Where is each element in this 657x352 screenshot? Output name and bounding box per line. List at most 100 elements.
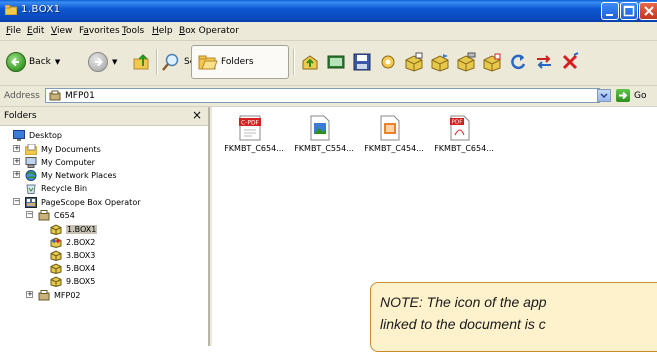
- folder-up-icon[interactable]: [300, 52, 320, 72]
- tree-item-label: MFP02: [54, 290, 81, 300]
- save-icon[interactable]: [352, 52, 372, 72]
- box-icon: [50, 249, 62, 261]
- svg-text:C-PDF: C-PDF: [241, 120, 260, 127]
- tree-item[interactable]: 5.BOX4: [50, 262, 95, 274]
- svg-text:PDF: PDF: [452, 120, 463, 126]
- tree-item[interactable]: Desktop: [13, 129, 62, 141]
- folders-close-button[interactable]: ×: [192, 108, 202, 122]
- up-folder-button[interactable]: [132, 47, 152, 77]
- recycle-bin-icon: [25, 183, 37, 194]
- expand-icon[interactable]: +: [26, 291, 33, 298]
- note-callout: NOTE: The icon of the app linked to the …: [370, 282, 657, 352]
- tree-item[interactable]: + My Documents: [13, 143, 101, 155]
- collapse-icon[interactable]: −: [13, 198, 20, 205]
- tree-item[interactable]: 9.BOX5: [50, 275, 95, 287]
- explorer-window: 1.BOX1 File Edit View Favorites Tools He…: [0, 0, 657, 352]
- tree-item[interactable]: + MFP02: [26, 289, 81, 301]
- box-delete-icon[interactable]: [482, 52, 502, 72]
- tree-item-label: My Computer: [41, 157, 95, 167]
- folders-pane: Folders × Desktop + My Documents + My Comput…: [0, 107, 210, 346]
- forward-button[interactable]: ▼: [88, 47, 117, 77]
- forward-dropdown-icon[interactable]: ▼: [112, 58, 117, 66]
- menu-file[interactable]: File: [6, 26, 21, 36]
- expand-icon[interactable]: +: [13, 158, 20, 165]
- go-button[interactable]: Go: [616, 89, 646, 102]
- expand-icon[interactable]: +: [13, 145, 20, 152]
- tree-item[interactable]: 1.BOX1: [50, 223, 98, 235]
- box-copy-icon[interactable]: [404, 52, 424, 72]
- folder-icon: [4, 4, 18, 16]
- tree-item-label: 9.BOX5: [66, 276, 96, 286]
- tree-item[interactable]: 2.BOX2: [50, 236, 95, 248]
- box-print-icon[interactable]: [456, 52, 476, 72]
- menu-help[interactable]: Help: [152, 26, 173, 36]
- box-people-icon: [50, 236, 62, 248]
- box-operator-icon: [25, 196, 37, 208]
- menu-favorites[interactable]: Favorites: [79, 26, 120, 36]
- note-text: NOTE: The icon of the app linked to the …: [380, 294, 547, 332]
- tree-item-label: 3.BOX3: [66, 250, 96, 260]
- settings-icon[interactable]: [378, 52, 398, 72]
- menu-edit[interactable]: Edit: [27, 26, 44, 36]
- tree-item[interactable]: 3.BOX3: [50, 249, 95, 261]
- delete-x-icon[interactable]: [560, 52, 580, 72]
- tree-item-label: Recycle Bin: [41, 183, 88, 193]
- tree-item[interactable]: Recycle Bin: [25, 182, 87, 194]
- network-places-icon: [25, 169, 37, 181]
- collapse-icon[interactable]: −: [26, 211, 33, 218]
- title-bar[interactable]: 1.BOX1: [0, 0, 657, 22]
- refresh-icon[interactable]: [508, 52, 528, 72]
- maximize-button[interactable]: [620, 2, 638, 20]
- mfp-icon: [49, 90, 61, 101]
- forward-arrow-icon: [88, 52, 108, 72]
- image-file-icon: [309, 115, 331, 141]
- box-move-icon[interactable]: [430, 52, 450, 72]
- address-label: Address: [4, 91, 40, 101]
- tree-item[interactable]: − C654: [26, 209, 75, 221]
- tree-item-label: 2.BOX2: [66, 237, 96, 247]
- toolbar: Back ▼ ▼ Search Folders: [0, 41, 657, 86]
- box-icon[interactable]: [326, 52, 346, 72]
- folders-icon: [198, 55, 218, 70]
- close-button[interactable]: [639, 2, 657, 20]
- tree-item-label: 1.BOX1: [66, 224, 98, 234]
- tree-item-label: My Network Places: [41, 170, 117, 180]
- menu-view[interactable]: View: [51, 26, 72, 36]
- mfp-icon: [38, 209, 50, 221]
- up-folder-icon: [133, 54, 149, 70]
- desktop-icon: [13, 129, 25, 141]
- search-icon: [162, 53, 179, 71]
- my-documents-icon: [24, 143, 38, 155]
- box-icon: [50, 262, 62, 274]
- my-computer-icon: [25, 156, 37, 168]
- box-icon: [50, 275, 62, 287]
- tree-item[interactable]: − PageScope Box Operator: [13, 196, 141, 208]
- tree-item-label: Desktop: [29, 130, 62, 140]
- toolbar-separator: [293, 49, 295, 75]
- tree-item-label: My Documents: [41, 144, 101, 154]
- expand-icon[interactable]: +: [13, 171, 20, 178]
- folders-button[interactable]: Folders: [191, 45, 289, 79]
- menu-box-operator[interactable]: Box Operator: [179, 26, 239, 36]
- tree-item-label: PageScope Box Operator: [41, 197, 141, 207]
- tree-item-label: C654: [54, 210, 75, 220]
- window-title: 1.BOX1: [21, 4, 61, 15]
- back-dropdown-icon[interactable]: ▼: [55, 58, 60, 66]
- address-bar: Address MFP01 Go: [0, 86, 657, 107]
- office-file-icon: [379, 115, 401, 141]
- tree-item[interactable]: + My Network Places: [13, 169, 117, 181]
- box-icon: [50, 223, 62, 235]
- compact-pdf-icon: C-PDF: [239, 115, 261, 141]
- tree-item-label: 5.BOX4: [66, 263, 96, 273]
- menu-bar: File Edit View Favorites Tools Help Box …: [0, 22, 657, 62]
- minimize-button[interactable]: [601, 2, 619, 20]
- back-button[interactable]: Back ▼: [6, 47, 60, 77]
- tree-item[interactable]: + My Computer: [13, 156, 95, 168]
- address-field[interactable]: MFP01: [45, 88, 600, 103]
- mfp-icon: [38, 289, 50, 301]
- toolbar-separator: [156, 49, 158, 75]
- go-arrow-icon: [616, 89, 630, 102]
- address-dropdown-button[interactable]: [597, 89, 611, 102]
- swap-icon[interactable]: [534, 52, 554, 72]
- menu-tools[interactable]: Tools: [122, 26, 144, 36]
